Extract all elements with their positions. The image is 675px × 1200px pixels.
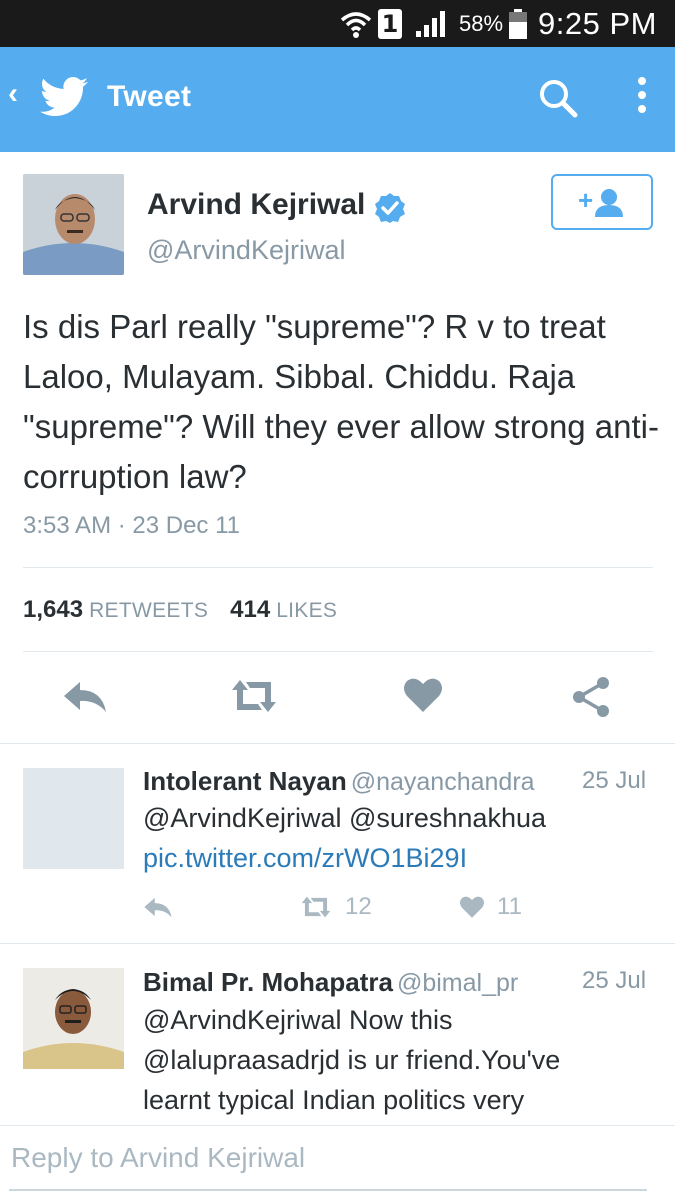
reply-text: @ArvindKejriwal @sureshnakhua pic.twitte… [143, 798, 663, 878]
app-bar: ‹ Tweet [0, 47, 675, 152]
reply-input-placeholder[interactable]: Reply to Arvind Kejriwal [11, 1142, 305, 1174]
heart-icon [460, 896, 484, 918]
reply-text-line: @ArvindKejriwal @sureshnakhua [143, 803, 546, 833]
input-underline [9, 1189, 647, 1191]
reply-date: 25 Jul [582, 767, 647, 794]
battery-percent: 58% [459, 10, 504, 36]
reply-icon[interactable] [62, 676, 108, 720]
reply-author-name[interactable]: Bimal Pr. Mohapatra [143, 967, 393, 997]
reply-retweet-count: 12 [345, 893, 372, 920]
more-vertical-icon[interactable] [635, 77, 649, 121]
reply-compose-bar[interactable]: Reply to Arvind Kejriwal [0, 1125, 675, 1200]
reply-avatar[interactable] [23, 968, 124, 1069]
reply-reply-icon[interactable] [143, 893, 173, 921]
back-icon[interactable]: ‹ [8, 77, 18, 111]
wifi-icon [340, 0, 372, 47]
divider [0, 943, 675, 944]
reply-author[interactable]: Bimal Pr. Mohapatra @bimal_pr [143, 967, 518, 998]
reply-like-count: 11 [497, 893, 522, 920]
retweets-label[interactable]: RETWEETS [89, 599, 208, 622]
likes-label[interactable]: LIKES [276, 599, 337, 622]
author-name[interactable]: Arvind Kejriwal [147, 188, 365, 222]
reply-date: 25 Jul [582, 967, 647, 994]
add-user-icon: + [578, 187, 623, 217]
reply-like[interactable]: 11 [459, 893, 522, 921]
sim-indicator: 1 [378, 0, 402, 47]
reply-avatar[interactable] [23, 768, 124, 869]
reply-text-line: learnt typical Indian politics very [143, 1085, 525, 1115]
follow-button[interactable]: + [551, 174, 653, 230]
divider [23, 567, 653, 568]
tweet-text: Is dis Parl really "supreme"? R v to tre… [23, 308, 660, 495]
reply-text: @ArvindKejriwal Now this @lalupraasadrjd… [143, 1000, 663, 1120]
tweet-stats: 1,643 RETWEETS 414 LIKES [23, 596, 359, 624]
reply-author[interactable]: Intolerant Nayan @nayanchandra [143, 766, 535, 797]
svg-text:+: + [578, 187, 593, 215]
author-avatar[interactable] [23, 174, 124, 275]
retweets-count[interactable]: 1,643 [23, 596, 83, 623]
reply-text-line: @lalupraasadrjd is ur friend.You've [143, 1045, 561, 1075]
status-bar: 1 58% 9:25 PM [0, 0, 675, 47]
app-bar-title: Tweet [107, 80, 192, 113]
divider [23, 651, 653, 652]
tweet-timestamp: 3:53 AM · 23 Dec 11 [23, 512, 241, 539]
signal-icon [414, 0, 450, 47]
heart-icon[interactable] [403, 676, 443, 720]
reply-link[interactable]: pic.twitter.com/zrWO1Bi29I [143, 838, 663, 878]
retweet-icon[interactable] [228, 676, 280, 720]
reply-author-name[interactable]: Intolerant Nayan [143, 766, 347, 796]
reply-author-handle[interactable]: @nayanchandra [351, 768, 535, 796]
author-handle[interactable]: @ArvindKejriwal [147, 235, 345, 266]
battery-icon [508, 0, 528, 47]
sim-slot-number: 1 [378, 8, 402, 39]
reply-retweet[interactable]: 12 [299, 893, 372, 921]
clock: 9:25 PM [538, 5, 657, 41]
share-icon[interactable] [571, 676, 611, 720]
verified-badge-icon [374, 192, 406, 229]
search-icon[interactable] [538, 78, 578, 123]
retweet-icon [301, 896, 331, 918]
reply-author-handle[interactable]: @bimal_pr [397, 969, 518, 997]
reply-text-line: @ArvindKejriwal Now this [143, 1005, 453, 1035]
twitter-bird-icon[interactable] [40, 77, 88, 122]
divider [0, 743, 675, 744]
likes-count[interactable]: 414 [230, 596, 270, 623]
